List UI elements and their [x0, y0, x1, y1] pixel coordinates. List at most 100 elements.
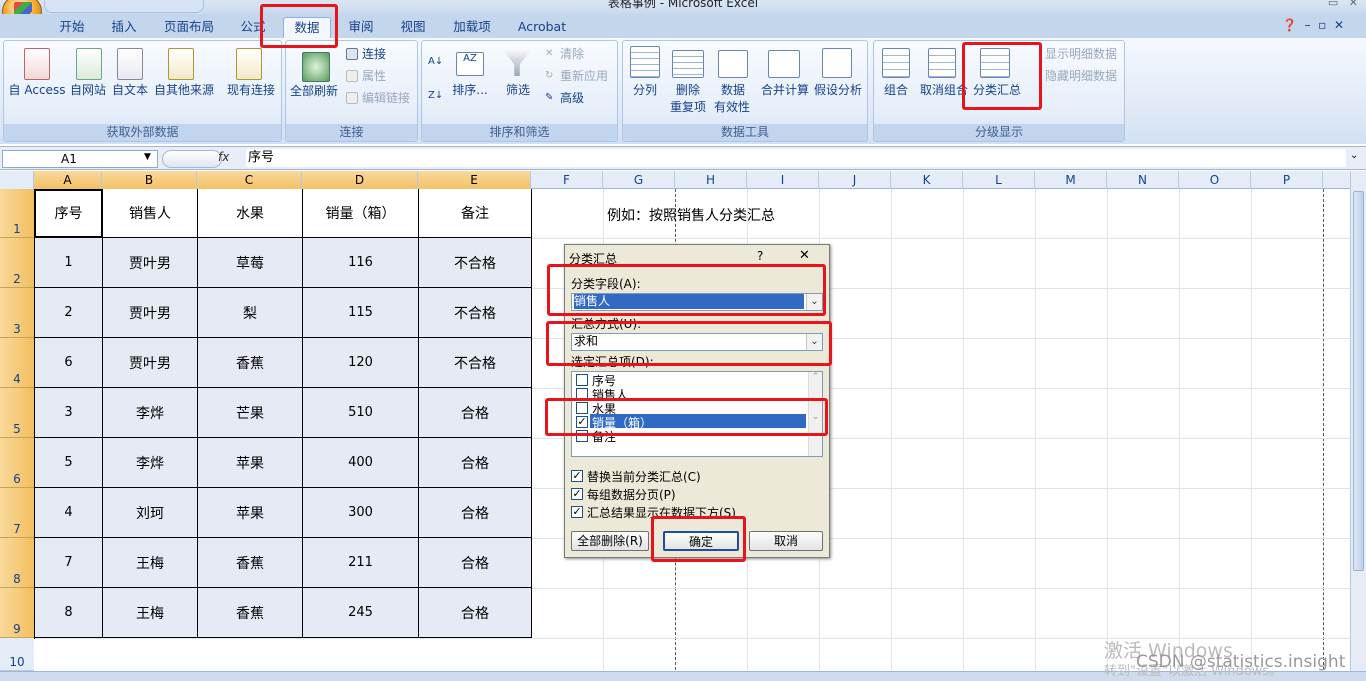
help-and-window-buttons[interactable]: ❓ – ▫ ✕ [1282, 18, 1362, 32]
scrollbar-thumb[interactable] [1353, 191, 1364, 571]
consolidate-button[interactable]: 合并计算 [760, 83, 810, 98]
table-cell[interactable]: 合格 [419, 588, 532, 638]
item-checkbox[interactable] [576, 430, 588, 442]
tab-page-layout[interactable]: 页面布局 [158, 17, 220, 38]
column-header-b[interactable]: B [102, 171, 197, 189]
formula-input[interactable]: 序号 [246, 149, 1346, 167]
table-cell[interactable]: 苹果 [198, 438, 303, 488]
column-header-a[interactable]: A [34, 171, 102, 189]
group-button[interactable]: 组合 [880, 83, 912, 98]
select-all-corner[interactable] [0, 171, 34, 189]
connections-button[interactable]: 连接 [362, 47, 386, 62]
table-cell[interactable]: 香蕉 [198, 588, 303, 638]
table-cell[interactable]: 116 [303, 238, 419, 288]
table-header-cell[interactable]: 水果 [198, 189, 303, 238]
table-cell[interactable]: 510 [303, 388, 419, 438]
column-header-l[interactable]: L [963, 171, 1035, 189]
tab-formulas[interactable]: 公式 [232, 17, 274, 38]
tab-data[interactable]: 数据 [283, 17, 331, 38]
edit-links-button[interactable]: 编辑链接 [362, 91, 410, 106]
table-cell[interactable]: 贾叶男 [103, 238, 198, 288]
field-select[interactable]: 销售人 ⌄ [571, 293, 823, 311]
pagebreak-checkbox[interactable]: ✓ [571, 488, 583, 500]
chevron-down-icon[interactable]: ⌄ [806, 294, 822, 310]
table-header-cell[interactable]: 序号 [34, 189, 103, 238]
table-cell[interactable]: 刘珂 [103, 488, 198, 538]
table-cell[interactable]: 芒果 [198, 388, 303, 438]
properties-button[interactable]: 属性 [362, 69, 386, 84]
column-header-k[interactable]: K [891, 171, 963, 189]
table-cell[interactable]: 香蕉 [198, 538, 303, 588]
column-header-c[interactable]: C [197, 171, 302, 189]
table-cell[interactable]: 贾叶男 [103, 288, 198, 338]
row-header-2[interactable]: 2 [0, 238, 34, 288]
column-header-o[interactable]: O [1179, 171, 1251, 189]
subtotal-button[interactable]: 分类汇总 [970, 83, 1024, 98]
table-cell[interactable]: 1 [34, 238, 103, 288]
table-cell[interactable]: 不合格 [419, 288, 532, 338]
row-header-4[interactable]: 4 [0, 338, 34, 388]
existing-connections-button[interactable]: 现有连接 [224, 83, 278, 98]
table-cell[interactable]: 3 [34, 388, 103, 438]
table-cell[interactable]: 211 [303, 538, 419, 588]
row-header-5[interactable]: 5 [0, 388, 34, 438]
help-icon[interactable]: ? [757, 249, 763, 263]
table-header-cell[interactable]: 销量（箱） [303, 189, 419, 238]
remove-duplicates-button-line2[interactable]: 重复项 [666, 100, 710, 115]
tab-review[interactable]: 审阅 [340, 17, 382, 38]
column-header-h[interactable]: H [675, 171, 747, 189]
quick-access-toolbar[interactable] [44, 0, 204, 13]
items-scrollbar[interactable]: ⌃ ⌄ [808, 372, 822, 456]
column-header-j[interactable]: J [819, 171, 891, 189]
method-select[interactable]: 求和 ⌄ [571, 333, 823, 351]
column-header-d[interactable]: D [302, 171, 418, 189]
row-header-1[interactable]: 1 [0, 189, 34, 238]
row-header-10[interactable]: 10 [0, 638, 34, 671]
replace-checkbox[interactable]: ✓ [571, 470, 583, 482]
from-text-button[interactable]: 自文本 [110, 83, 150, 98]
table-header-cell[interactable]: 销售人 [103, 189, 198, 238]
table-header-cell[interactable]: 备注 [419, 189, 532, 238]
table-cell[interactable]: 合格 [419, 488, 532, 538]
advanced-button[interactable]: 高级 [560, 91, 584, 106]
table-cell[interactable]: 贾叶男 [103, 338, 198, 388]
vertical-scrollbar[interactable] [1350, 171, 1366, 671]
row-header-7[interactable]: 7 [0, 488, 34, 538]
window-controls[interactable]: ▭ ✕ [1298, 0, 1358, 10]
table-cell[interactable]: 王梅 [103, 538, 198, 588]
formula-controls[interactable] [162, 150, 222, 168]
ungroup-button[interactable]: 取消组合 [918, 83, 970, 98]
column-header-f[interactable]: F [531, 171, 603, 189]
column-header-n[interactable]: N [1107, 171, 1179, 189]
table-cell[interactable]: 合格 [419, 438, 532, 488]
tab-acrobat[interactable]: Acrobat [512, 17, 572, 38]
table-cell[interactable]: 2 [34, 288, 103, 338]
what-if-analysis-button[interactable]: 假设分析 [812, 83, 864, 98]
table-cell[interactable]: 合格 [419, 388, 532, 438]
table-cell[interactable]: 不合格 [419, 238, 532, 288]
table-cell[interactable]: 不合格 [419, 338, 532, 388]
row-header-3[interactable]: 3 [0, 288, 34, 338]
tab-view[interactable]: 视图 [392, 17, 434, 38]
ok-button[interactable]: 确定 [663, 531, 739, 551]
table-cell[interactable]: 115 [303, 288, 419, 338]
remove-all-button[interactable]: 全部删除(R) [571, 531, 649, 551]
summary-below-checkbox[interactable]: ✓ [571, 506, 583, 518]
name-box-dropdown-icon[interactable]: ▼ [144, 152, 151, 162]
close-icon[interactable]: ✕ [799, 248, 810, 263]
tab-home[interactable]: 开始 [52, 17, 92, 38]
row-header-9[interactable]: 9 [0, 588, 34, 638]
table-cell[interactable]: 6 [34, 338, 103, 388]
table-cell[interactable]: 120 [303, 338, 419, 388]
sort-button[interactable]: 排序... [450, 83, 490, 98]
from-other-sources-button[interactable]: 自其他来源 [152, 83, 216, 98]
name-box[interactable]: A1 [2, 150, 158, 168]
refresh-all-button[interactable]: 全部刷新 [288, 84, 340, 99]
table-cell[interactable]: 4 [34, 488, 103, 538]
column-header-i[interactable]: I [747, 171, 819, 189]
table-cell[interactable]: 梨 [198, 288, 303, 338]
row-header-6[interactable]: 6 [0, 438, 34, 488]
table-cell[interactable]: 合格 [419, 538, 532, 588]
hide-detail-button[interactable]: 隐藏明细数据 [1045, 69, 1117, 84]
column-header-p[interactable]: P [1251, 171, 1323, 189]
